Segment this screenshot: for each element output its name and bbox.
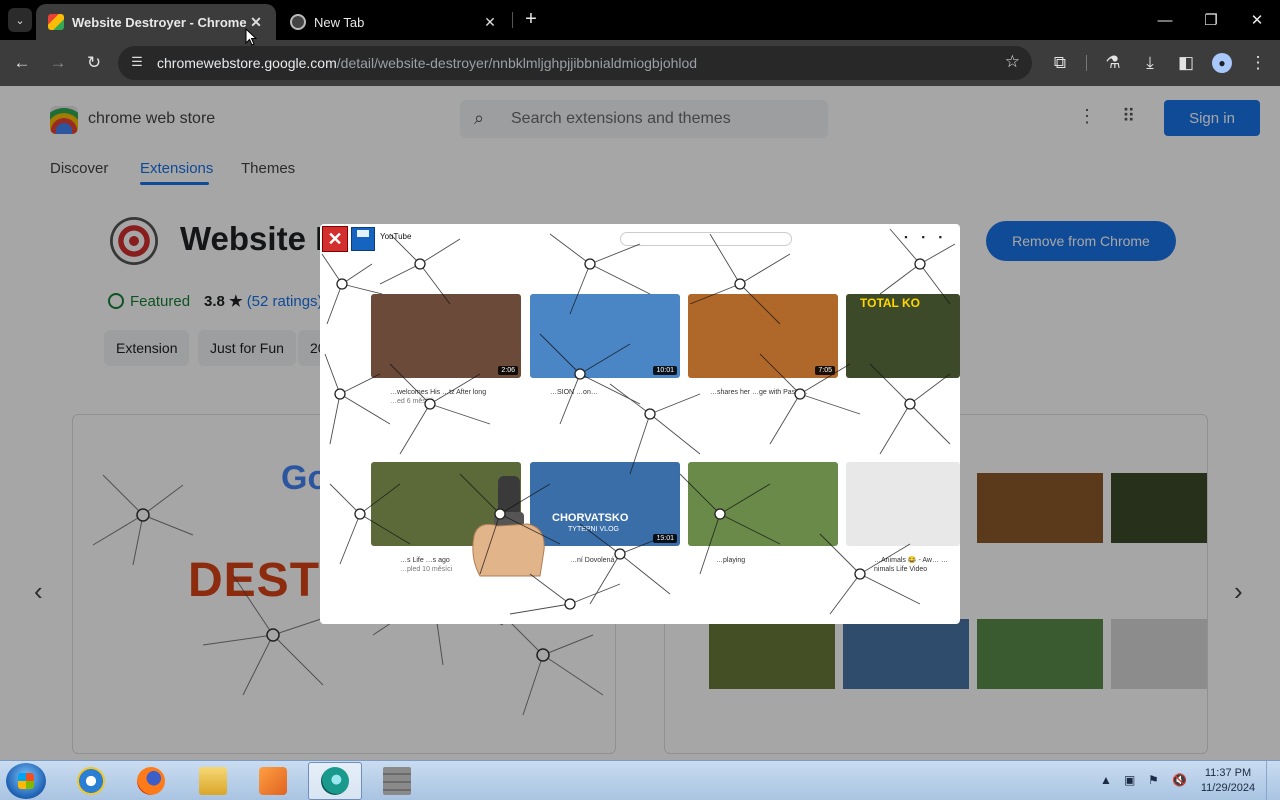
store-header: chrome web store ⌕ Search extensions and…: [0, 86, 1280, 150]
tray-expand-icon[interactable]: ▲: [1100, 773, 1112, 787]
remove-from-chrome-button[interactable]: Remove from Chrome: [986, 221, 1176, 261]
preview-thumb: [977, 473, 1103, 543]
show-desktop-button[interactable]: [1266, 761, 1280, 800]
profile-avatar-icon[interactable]: ●: [1212, 53, 1232, 73]
taskbar-firefox[interactable]: [124, 762, 178, 800]
download-icon[interactable]: ⤓: [1136, 49, 1164, 77]
store-name[interactable]: chrome web store: [88, 110, 215, 128]
restore-button[interactable]: ❐: [1188, 0, 1234, 40]
nav-themes[interactable]: Themes: [241, 160, 295, 177]
tray-action-center-flag-icon[interactable]: ⚑: [1148, 773, 1159, 787]
window-close-button[interactable]: ✕: [1234, 0, 1280, 40]
tab-title: New Tab: [314, 14, 365, 30]
target-extension-icon: [110, 217, 158, 265]
preview-thumb: [843, 619, 969, 689]
globe-favicon-icon: [290, 14, 306, 30]
bookmark-star-icon[interactable]: ☆: [1005, 52, 1020, 72]
firefox-icon: [137, 767, 165, 795]
taskbar-clock[interactable]: 11:37 PM 11/29/2024: [1196, 766, 1260, 796]
extension-meta: Featured 3.8 ★ (52 ratings): [108, 292, 323, 310]
glass-cracks-layer: [321, 228, 956, 615]
tab-search-button[interactable]: ⌄: [8, 8, 32, 32]
new-tab-button[interactable]: +: [520, 8, 542, 32]
labs-flask-icon[interactable]: ⚗: [1099, 49, 1127, 77]
nav-extensions[interactable]: Extensions: [140, 160, 213, 177]
folder-icon: [199, 767, 227, 795]
tray-volume-muted-icon[interactable]: 🔇: [1172, 773, 1187, 787]
chevron-down-icon: ⌄: [15, 14, 25, 27]
forward-arrow-icon[interactable]: →: [44, 49, 72, 77]
more-options-icon[interactable]: ⋮: [1078, 106, 1096, 127]
chrome-web-store-logo[interactable]: [50, 106, 78, 134]
nav-discover[interactable]: Discover: [50, 160, 108, 177]
minimize-button[interactable]: —: [1142, 0, 1188, 40]
preview-thumb: [1111, 473, 1207, 543]
carousel-prev-arrow[interactable]: ‹: [34, 576, 43, 607]
preview-thumb: [977, 619, 1103, 689]
chip-just-for-fun[interactable]: Just for Fun: [198, 330, 296, 366]
clock-time: 11:37 PM: [1204, 767, 1252, 779]
mouse-pointer-icon: [245, 28, 257, 46]
close-tab-icon[interactable]: ✕: [482, 14, 498, 31]
taskbar-internet-explorer[interactable]: [64, 762, 118, 800]
overlay-save-floppy-icon[interactable]: [351, 227, 375, 251]
start-button[interactable]: [6, 763, 46, 799]
preview-thumb: [1111, 619, 1207, 689]
brick-wall-icon: [383, 767, 411, 795]
featured-label: Featured: [130, 293, 191, 310]
carousel-next-arrow[interactable]: ›: [1234, 576, 1243, 607]
browser-app-icon: [321, 767, 349, 795]
search-placeholder: Search extensions and themes: [511, 110, 731, 127]
apps-grid-icon[interactable]: ⠿: [1122, 106, 1135, 127]
side-panel-icon[interactable]: ◧: [1172, 49, 1200, 77]
destroyer-overlay[interactable]: ✕ YouTube ▪▪▪ 2:06 10:01 7:05 TOTAL KO ……: [320, 224, 960, 624]
taskbar-media-player[interactable]: [246, 762, 300, 800]
address-bar[interactable]: ☰ chromewebstore.google.com/detail/websi…: [118, 46, 1032, 80]
store-search-box[interactable]: ⌕ Search extensions and themes: [460, 100, 828, 138]
clock-date: 11/29/2024: [1200, 782, 1256, 794]
site-info-icon[interactable]: ☰: [128, 54, 146, 72]
tab-new-tab[interactable]: New Tab ✕: [278, 4, 510, 40]
featured-badge-icon: [108, 293, 124, 309]
chip-extension[interactable]: Extension: [104, 330, 190, 366]
url-text[interactable]: chromewebstore.google.com/detail/website…: [157, 55, 697, 71]
chrome-menu-icon[interactable]: ⋮: [1244, 49, 1272, 77]
nav-active-indicator: [140, 182, 209, 185]
windows-logo-icon: [18, 773, 34, 789]
back-arrow-icon[interactable]: ←: [8, 49, 36, 77]
toolbar-divider: [1086, 55, 1087, 71]
overlay-close-button[interactable]: ✕: [322, 226, 348, 252]
screen: ⌄ Website Destroyer - Chrome Web Store ✕…: [0, 0, 1280, 800]
windows-taskbar: ▲ ▣ ⚑ 🔇 11:37 PM 11/29/2024: [0, 760, 1280, 800]
tab-title: Website Destroyer - Chrome Web Store: [72, 14, 248, 30]
preview-thumb: [709, 619, 835, 689]
media-player-icon: [259, 767, 287, 795]
sign-in-button[interactable]: Sign in: [1164, 100, 1260, 136]
rating-value: 3.8 ★: [204, 293, 243, 310]
reload-icon[interactable]: ↻: [80, 49, 108, 77]
taskbar-chrome[interactable]: [308, 762, 362, 800]
search-icon: ⌕: [474, 108, 485, 128]
tab-divider: [512, 12, 513, 28]
taskbar-app-brick[interactable]: [370, 762, 424, 800]
extensions-puzzle-icon[interactable]: ⧉: [1046, 49, 1074, 77]
tab-website-destroyer[interactable]: Website Destroyer - Chrome Web Store ✕: [36, 4, 276, 40]
taskbar-file-explorer[interactable]: [186, 762, 240, 800]
ratings-link[interactable]: (52 ratings): [247, 293, 323, 310]
store-favicon-icon: [48, 14, 64, 30]
tab-strip: ⌄ Website Destroyer - Chrome Web Store ✕…: [0, 0, 1280, 40]
internet-explorer-icon: [77, 767, 105, 795]
browser-toolbar: ← → ↻ ☰ chromewebstore.google.com/detail…: [0, 40, 1280, 86]
tray-network-icon[interactable]: ▣: [1124, 773, 1135, 787]
